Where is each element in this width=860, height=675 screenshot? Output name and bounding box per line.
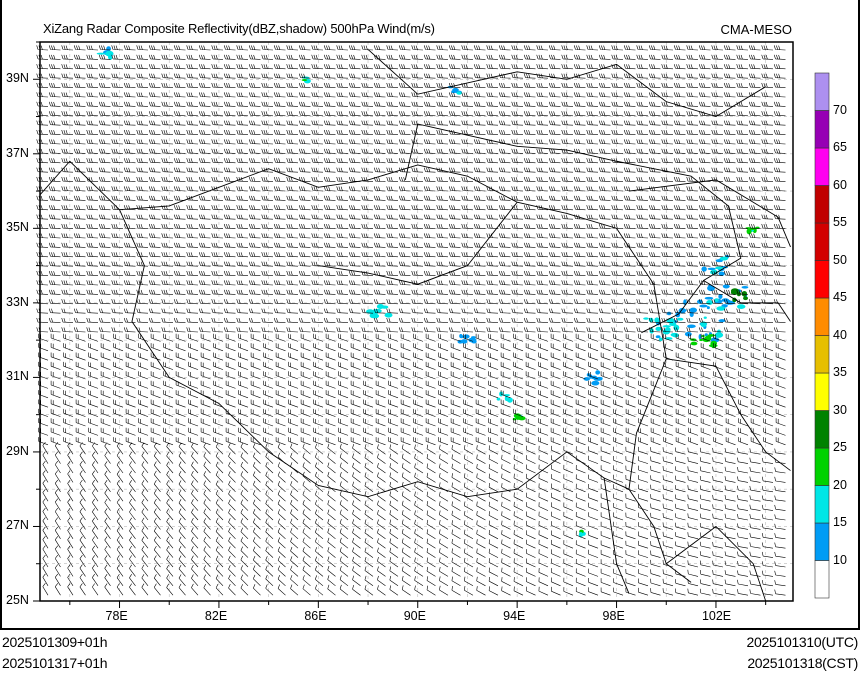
reflectivity-echoes bbox=[96, 46, 760, 538]
lat-tick-label: 29N bbox=[6, 443, 29, 458]
echo-cell bbox=[658, 337, 663, 342]
echo-cell bbox=[459, 334, 463, 338]
lon-tick-label: 78E bbox=[105, 609, 128, 623]
colorbar-label: 45 bbox=[833, 290, 847, 304]
colorbar-swatch bbox=[814, 222, 830, 261]
colorbar-label: 25 bbox=[833, 440, 847, 454]
colorbar-swatch bbox=[814, 185, 830, 224]
init-time-cst: 2025101317+01h bbox=[2, 655, 108, 671]
lon-tick-label: 94E bbox=[503, 609, 526, 623]
graticule bbox=[40, 41, 793, 602]
lat-tick-label: 25N bbox=[6, 593, 29, 607]
echo-cell bbox=[714, 298, 719, 303]
echo-cell bbox=[718, 294, 723, 299]
colorbar-label: 15 bbox=[833, 515, 847, 529]
valid-time-utc: 2025101310(UTC) bbox=[746, 634, 859, 650]
echo-cell bbox=[719, 256, 729, 261]
echo-cell bbox=[714, 332, 724, 338]
colorbar-swatch bbox=[814, 410, 830, 449]
colorbar-swatch bbox=[814, 447, 830, 486]
lat-tick-label: 37N bbox=[6, 145, 29, 160]
echo-cell bbox=[106, 46, 111, 52]
colorbar-label: 50 bbox=[833, 252, 847, 267]
valid-time-cst: 2025101318(CST) bbox=[747, 655, 858, 671]
echo-cell bbox=[741, 286, 749, 289]
echo-cell bbox=[662, 325, 671, 328]
echo-cell bbox=[643, 317, 649, 320]
colorbar-label: 10 bbox=[833, 552, 847, 567]
colorbar-swatch bbox=[814, 335, 830, 374]
echo-cell bbox=[701, 266, 707, 272]
colorbar-swatch bbox=[814, 260, 830, 299]
colorbar-swatch bbox=[814, 560, 830, 599]
colorbar-label: 55 bbox=[833, 215, 847, 229]
colorbar-swatch bbox=[814, 485, 830, 524]
lat-tick-label: 33N bbox=[6, 294, 29, 309]
echo-cell bbox=[506, 398, 510, 402]
radar-map bbox=[33, 41, 830, 608]
echo-cell bbox=[715, 266, 724, 270]
colorbar-swatch bbox=[814, 372, 830, 411]
echo-cell bbox=[655, 326, 662, 332]
colorbar-label: 60 bbox=[833, 177, 847, 192]
echo-cell bbox=[376, 303, 385, 310]
echo-cell bbox=[96, 52, 106, 55]
colorbar-swatch bbox=[814, 110, 830, 149]
colorbar-label: 70 bbox=[833, 102, 847, 117]
echo-cell bbox=[687, 324, 696, 329]
echo-cell bbox=[703, 316, 707, 319]
lon-tick-label: 90E bbox=[403, 609, 426, 623]
echo-cell bbox=[706, 306, 710, 310]
lon-tick-label: 102E bbox=[701, 609, 732, 623]
colorbar bbox=[814, 72, 830, 599]
echo-cell bbox=[721, 298, 730, 302]
echo-cell bbox=[456, 91, 462, 95]
echo-cell bbox=[666, 311, 672, 316]
lat-tick-label: 35N bbox=[6, 220, 29, 235]
colorbar-label: 40 bbox=[833, 327, 847, 342]
echo-cell bbox=[591, 380, 600, 386]
lat-tick-label: 39N bbox=[6, 71, 29, 86]
echo-cell bbox=[722, 284, 730, 289]
colorbar-label: 65 bbox=[833, 140, 847, 154]
echo-cell bbox=[496, 397, 501, 401]
echo-cell bbox=[386, 312, 391, 318]
lat-tick-label: 31N bbox=[6, 369, 29, 384]
lon-tick-label: 82E bbox=[204, 609, 228, 623]
colorbar-swatch bbox=[814, 297, 830, 336]
lon-tick-label: 86E bbox=[304, 609, 327, 623]
echo-cell bbox=[655, 335, 661, 339]
echo-cell bbox=[452, 87, 459, 92]
echo-cell bbox=[707, 267, 716, 271]
echo-cell bbox=[743, 296, 748, 301]
echo-cell bbox=[690, 341, 698, 346]
echo-cell bbox=[676, 317, 684, 321]
echo-cell bbox=[736, 304, 746, 309]
echo-cell bbox=[301, 79, 308, 82]
lat-tick-label: 27N bbox=[6, 518, 29, 533]
colorbar-swatch bbox=[814, 72, 830, 111]
echo-cell bbox=[716, 306, 726, 311]
colorbar-swatch bbox=[814, 522, 830, 561]
colorbar-swatch bbox=[814, 147, 830, 186]
echo-cell bbox=[699, 304, 708, 308]
boundary-line bbox=[628, 179, 791, 248]
echo-cell bbox=[595, 370, 601, 375]
map-border bbox=[39, 41, 794, 602]
colorbar-label: 20 bbox=[833, 477, 847, 492]
colorbar-label: 35 bbox=[833, 365, 847, 379]
lon-tick-label: 98E bbox=[602, 609, 625, 623]
colorbar-label: 30 bbox=[833, 402, 847, 417]
echo-cell bbox=[699, 338, 703, 342]
init-time-utc: 2025101309+01h bbox=[2, 634, 108, 650]
echo-cell bbox=[583, 377, 590, 381]
